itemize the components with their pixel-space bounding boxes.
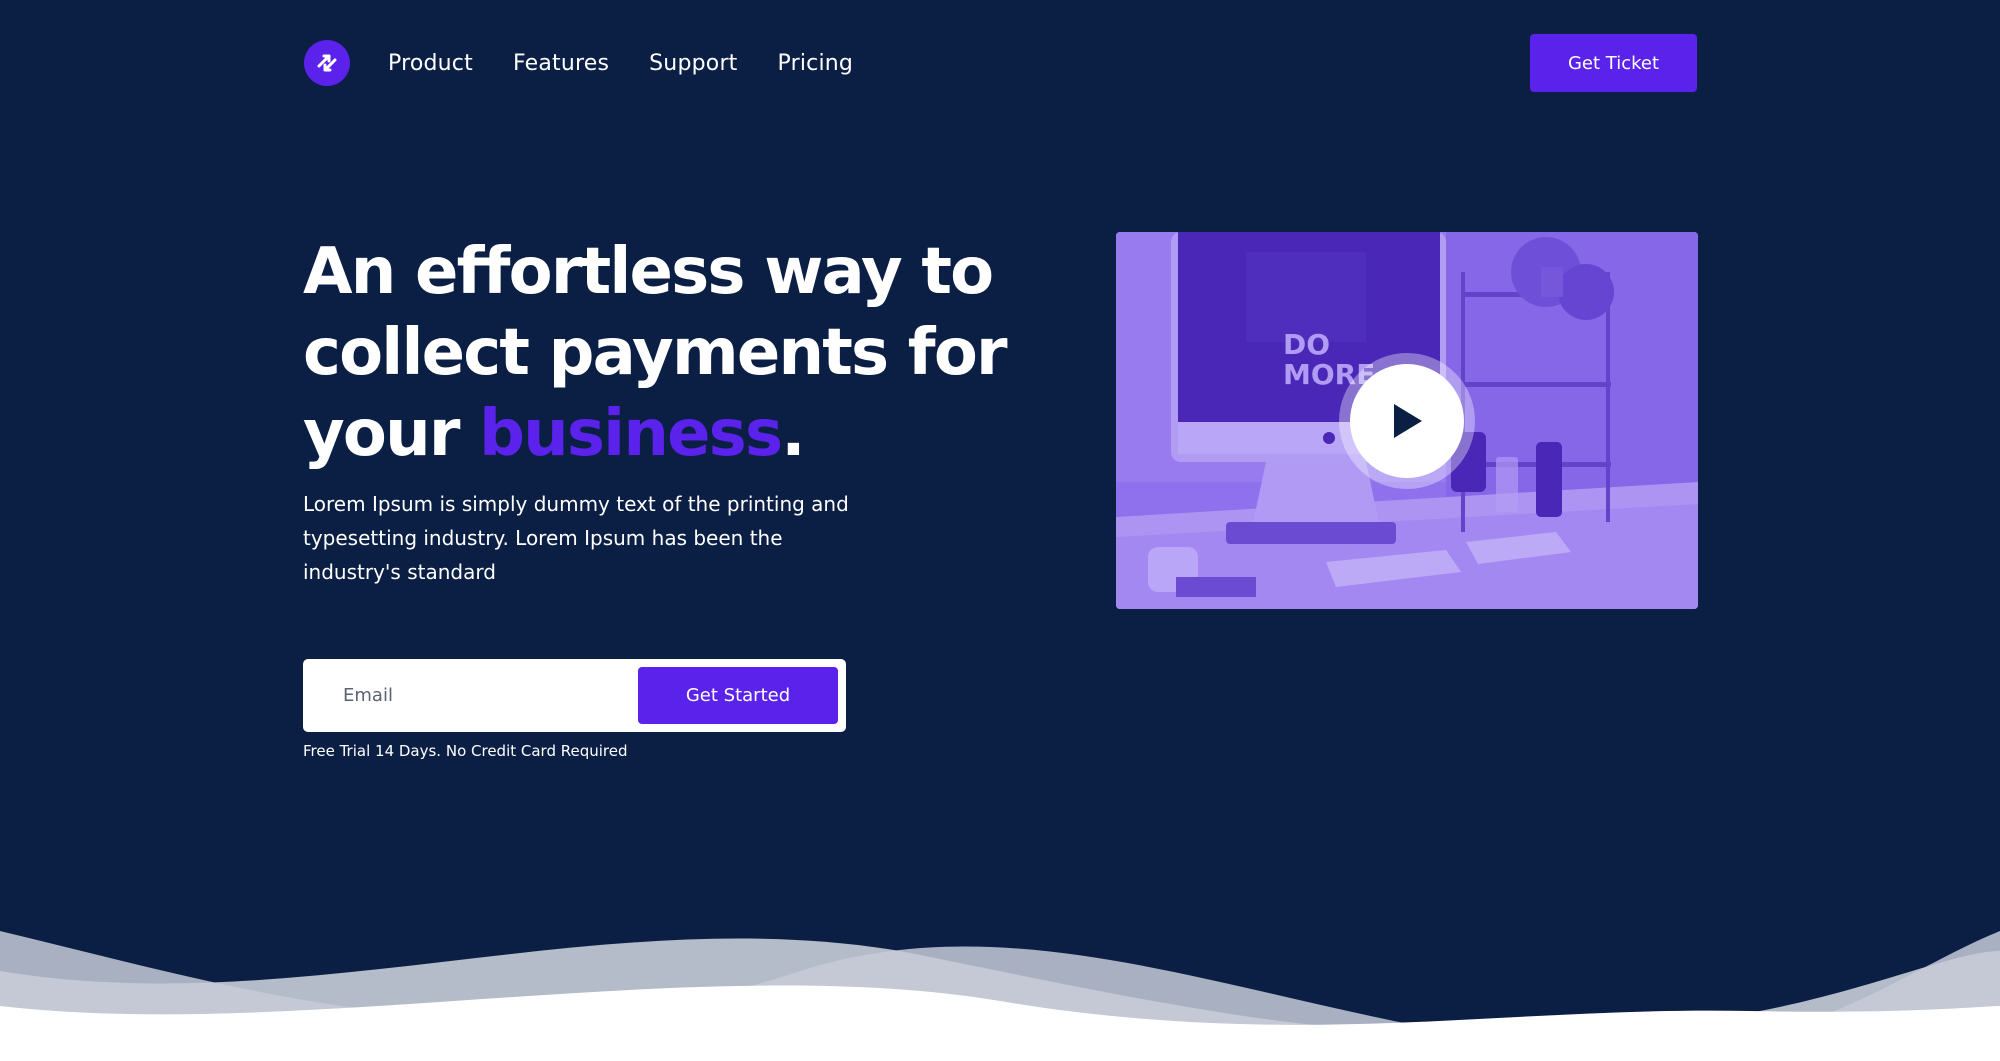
play-icon: [1394, 404, 1422, 438]
hero-text: An effortless way to collect payments fo…: [303, 232, 1083, 589]
hero-description: Lorem Ipsum is simply dummy text of the …: [303, 492, 849, 584]
logo[interactable]: [304, 40, 350, 86]
play-button-inner: [1350, 364, 1464, 478]
email-input[interactable]: [341, 674, 638, 717]
hero-headline: An effortless way to collect payments fo…: [303, 232, 1083, 475]
decorative-waves: [0, 931, 2000, 1061]
get-ticket-button[interactable]: Get Ticket: [1530, 34, 1697, 92]
site-header: Product Features Support Pricing Get Tic…: [304, 34, 1697, 92]
signup-form: Get Started: [303, 659, 846, 732]
landing-page: Product Features Support Pricing Get Tic…: [0, 0, 2000, 1061]
nav-item-features[interactable]: Features: [513, 51, 609, 76]
nav-item-support[interactable]: Support: [649, 51, 737, 76]
play-button[interactable]: [1339, 353, 1475, 489]
video-thumbnail[interactable]: DO MORE: [1116, 232, 1698, 609]
exchange-arrows-icon: [317, 54, 337, 72]
trial-note: Free Trial 14 Days. No Credit Card Requi…: [303, 742, 628, 760]
get-started-button[interactable]: Get Started: [638, 667, 838, 724]
nav-item-product[interactable]: Product: [388, 51, 473, 76]
nav-item-pricing[interactable]: Pricing: [778, 51, 854, 76]
headline-accent: business: [479, 397, 783, 471]
main-nav: Product Features Support Pricing: [388, 51, 853, 76]
headline-period: .: [781, 397, 805, 471]
